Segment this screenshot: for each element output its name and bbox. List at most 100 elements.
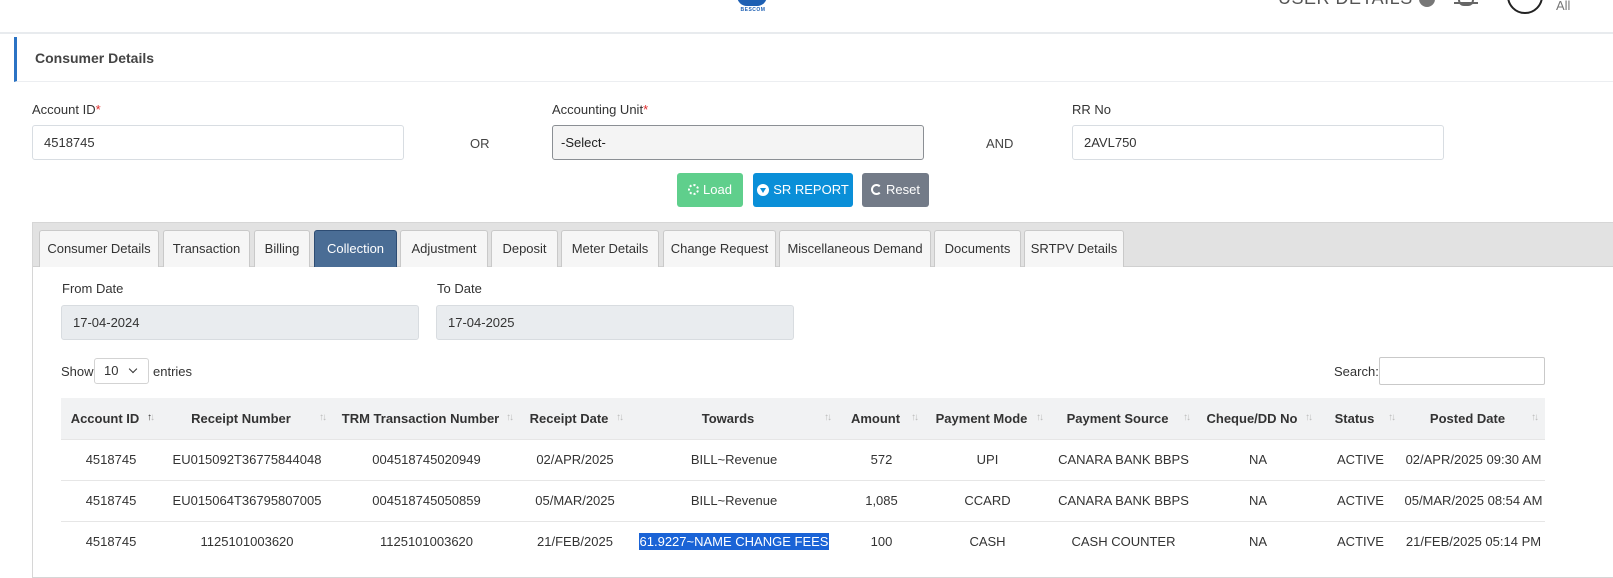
table-header-row: Account ID ↑↓ Receipt Number ↑↓ TRM Transa… <box>61 398 1545 439</box>
tab-strip: Consumer Details Transaction Billing Col… <box>33 223 1613 267</box>
show-label: Show <box>61 364 94 379</box>
chevron-down-icon <box>128 364 138 374</box>
sort-icon: ↑↓ <box>1531 412 1539 423</box>
top-bar: BESCOM USER DETAILS All <box>0 0 1613 34</box>
column-header-status[interactable]: Status ↑↓ <box>1319 398 1402 439</box>
from-date-input[interactable]: 17-04-2024 <box>61 305 419 340</box>
user-details-menu[interactable]: USER DETAILS <box>1278 0 1435 9</box>
sort-icon: ↑↓ <box>1036 412 1044 423</box>
cell-posted-date: 05/MAR/2025 08:54 AM <box>1402 479 1545 521</box>
refresh-icon <box>871 184 883 196</box>
cell-receipt-date: 02/APR/2025 <box>520 438 630 480</box>
sort-icon: ↑↓ <box>616 412 624 423</box>
cell-trm-transaction-number: 004518745050859 <box>333 479 520 521</box>
account-id-label: Account ID* <box>32 102 101 117</box>
cell-payment-source: CANARA BANK BBPS <box>1050 438 1197 480</box>
table-row: 4518745 1125101003620 1125101003620 21/F… <box>61 520 1545 562</box>
cell-cheque-dd-no: NA <box>1197 438 1319 480</box>
column-header-towards[interactable]: Towards ↑↓ <box>630 398 838 439</box>
cell-posted-date: 02/APR/2025 09:30 AM <box>1402 438 1545 480</box>
bell-icon[interactable] <box>1454 0 1478 6</box>
column-header-account-id[interactable]: Account ID ↑↓ <box>61 398 161 439</box>
user-details-label: USER DETAILS <box>1278 0 1413 8</box>
cell-amount: 100 <box>838 520 925 562</box>
entries-select[interactable]: 10 <box>94 358 149 384</box>
cell-amount: 1,085 <box>838 479 925 521</box>
to-date-label: To Date <box>437 281 482 296</box>
sort-icon: ↑↓ <box>506 412 514 423</box>
collection-table: Account ID ↑↓ Receipt Number ↑↓ TRM Transa… <box>61 398 1545 562</box>
sr-report-button-label: SR REPORT <box>773 182 849 197</box>
cell-receipt-number: EU015092T36775844048 <box>161 438 333 480</box>
cell-payment-mode: CCARD <box>925 479 1050 521</box>
column-header-receipt-date[interactable]: Receipt Date ↑↓ <box>520 398 630 439</box>
load-button[interactable]: Load <box>677 173 743 207</box>
cell-status: ACTIVE <box>1319 479 1402 521</box>
sort-icon: ↑↓ <box>824 412 832 423</box>
selected-text-highlight: 61.9227~NAME CHANGE FEES <box>638 533 830 551</box>
user-avatar-icon[interactable] <box>1507 0 1543 14</box>
bescom-logo[interactable]: BESCOM <box>735 0 771 16</box>
cell-receipt-number: EU015064T36795807005 <box>161 479 333 521</box>
cell-receipt-date: 05/MAR/2025 <box>520 479 630 521</box>
cell-towards: BILL~Revenue <box>630 479 838 521</box>
from-date-label: From Date <box>62 281 124 296</box>
rr-no-label: RR No <box>1072 102 1112 117</box>
column-header-posted-date[interactable]: Posted Date ↑↓ <box>1402 398 1545 439</box>
account-id-input[interactable]: 4518745 <box>32 125 404 160</box>
tab-adjustment[interactable]: Adjustment <box>400 230 488 267</box>
column-header-cheque-dd-no[interactable]: Cheque/DD No ↑↓ <box>1197 398 1319 439</box>
tab-srtpv-details[interactable]: SRTPV Details <box>1024 230 1124 267</box>
column-header-payment-mode[interactable]: Payment Mode ↑↓ <box>925 398 1050 439</box>
info-icon <box>1418 0 1435 8</box>
cell-receipt-number: 1125101003620 <box>161 520 333 562</box>
table-row: 4518745 EU015092T36775844048 00451874502… <box>61 438 1545 480</box>
tab-transaction[interactable]: Transaction <box>163 230 250 267</box>
cell-cheque-dd-no: NA <box>1197 520 1319 562</box>
search-input[interactable] <box>1379 357 1545 385</box>
column-header-receipt-number[interactable]: Receipt Number ↑↓ <box>161 398 333 439</box>
column-header-trm-transaction-number[interactable]: TRM Transaction Number ↑↓ <box>333 398 520 439</box>
page-title: Consumer Details <box>35 50 155 66</box>
tab-deposit[interactable]: Deposit <box>491 230 558 267</box>
tab-meter-details[interactable]: Meter Details <box>561 230 659 267</box>
cell-account-id: 4518745 <box>61 479 161 521</box>
accounting-unit-label: Accounting Unit* <box>552 102 649 117</box>
tab-miscellaneous-demand[interactable]: Miscellaneous Demand <box>779 230 931 267</box>
rr-no-input[interactable]: 2AVL750 <box>1072 125 1444 160</box>
cell-amount: 572 <box>838 438 925 480</box>
tab-change-request[interactable]: Change Request <box>663 230 776 267</box>
load-button-label: Load <box>703 182 732 197</box>
cell-payment-mode: CASH <box>925 520 1050 562</box>
reset-button-label: Reset <box>886 182 920 197</box>
accounting-unit-select[interactable]: -Select- <box>552 125 924 160</box>
all-label: All <box>1556 0 1571 13</box>
column-header-amount[interactable]: Amount ↑↓ <box>838 398 925 439</box>
search-label: Search: <box>1334 364 1379 379</box>
cell-status: ACTIVE <box>1319 520 1402 562</box>
cell-payment-mode: UPI <box>925 438 1050 480</box>
sort-icon: ↑↓ <box>147 412 155 423</box>
column-header-payment-source[interactable]: Payment Source ↑↓ <box>1050 398 1197 439</box>
spinner-icon <box>688 184 700 196</box>
reset-button[interactable]: Reset <box>862 173 929 207</box>
tab-documents[interactable]: Documents <box>934 230 1021 267</box>
cell-trm-transaction-number: 004518745020949 <box>333 438 520 480</box>
sr-report-button[interactable]: SR REPORT <box>753 173 853 207</box>
sort-icon: ↑↓ <box>319 412 327 423</box>
tab-consumer-details[interactable]: Consumer Details <box>39 230 159 267</box>
cell-towards: 61.9227~NAME CHANGE FEES <box>630 520 838 562</box>
sort-icon: ↑↓ <box>1183 412 1191 423</box>
sort-icon: ↑↓ <box>911 412 919 423</box>
cell-towards: BILL~Revenue <box>630 438 838 480</box>
tab-billing[interactable]: Billing <box>254 230 310 267</box>
card-header: Consumer Details <box>14 37 1613 82</box>
and-label: AND <box>986 136 1014 151</box>
sort-icon: ↑↓ <box>1305 412 1313 423</box>
table-row: 4518745 EU015064T36795807005 00451874505… <box>61 479 1545 521</box>
cell-payment-source: CASH COUNTER <box>1050 520 1197 562</box>
logo-mark <box>737 0 767 6</box>
tab-collection[interactable]: Collection <box>314 230 397 267</box>
cell-account-id: 4518745 <box>61 520 161 562</box>
to-date-input[interactable]: 17-04-2025 <box>436 305 794 340</box>
